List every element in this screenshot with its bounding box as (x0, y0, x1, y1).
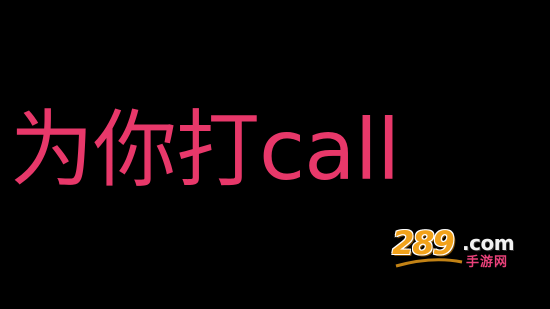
meme-canvas: 为你打call 289 .com 手游网 (0, 0, 550, 309)
watermark-subtitle: 手游网 (466, 255, 509, 270)
watermark-domain: .com (462, 231, 515, 255)
watermark-number: 289 (392, 224, 455, 262)
site-watermark-logo: 289 .com 手游网 (392, 226, 532, 274)
headline-text: 为你打call (10, 101, 400, 199)
